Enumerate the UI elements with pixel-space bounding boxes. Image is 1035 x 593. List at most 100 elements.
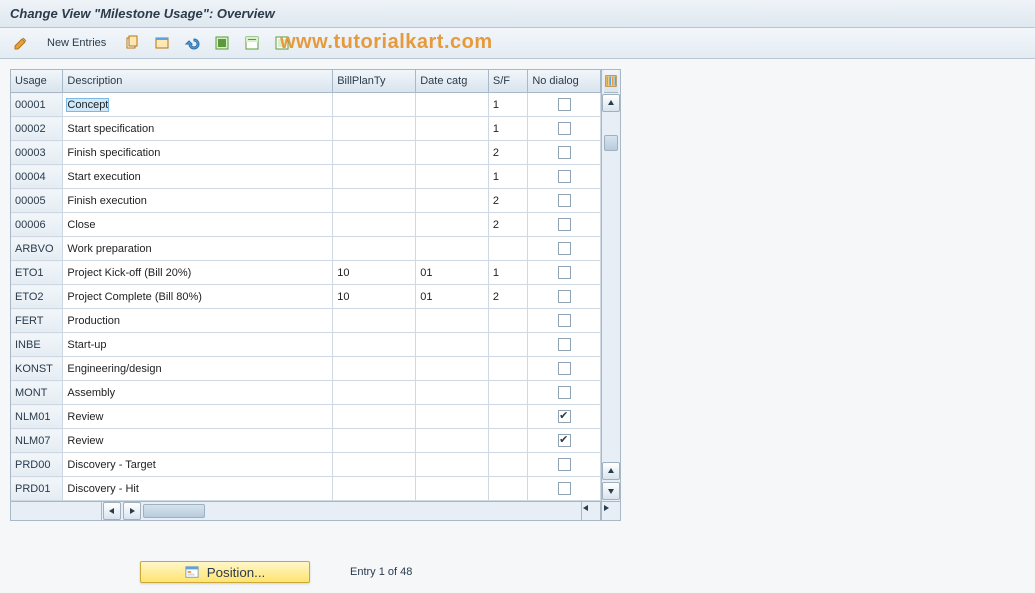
cell-nodialog[interactable]	[528, 261, 601, 285]
select-block-button[interactable]	[239, 32, 265, 54]
cell-sf[interactable]	[488, 453, 527, 477]
nodialog-checkbox[interactable]	[558, 410, 571, 423]
cell-datecatg[interactable]	[416, 165, 489, 189]
col-datecatg[interactable]: Date catg	[416, 70, 489, 93]
cell-description[interactable]: Start execution	[63, 165, 333, 189]
table-row[interactable]: FERTProduction	[11, 309, 601, 333]
scroll-down-button[interactable]	[602, 482, 620, 500]
cell-sf[interactable]: 2	[488, 141, 527, 165]
cell-datecatg[interactable]	[416, 357, 489, 381]
scroll-right-end-button[interactable]	[602, 503, 620, 519]
cell-datecatg[interactable]	[416, 453, 489, 477]
hscroll-thumb[interactable]	[143, 504, 205, 518]
cell-description[interactable]: Engineering/design	[63, 357, 333, 381]
cell-usage[interactable]: 00004	[11, 165, 63, 189]
cell-nodialog[interactable]	[528, 189, 601, 213]
scroll-left-button[interactable]	[103, 502, 121, 520]
table-row[interactable]: ETO2Project Complete (Bill 80%)10012	[11, 285, 601, 309]
table-row[interactable]: 00005Finish execution2	[11, 189, 601, 213]
table-row[interactable]: NLM01Review	[11, 405, 601, 429]
cell-billplanty[interactable]	[333, 357, 416, 381]
table-row[interactable]: PRD00Discovery - Target	[11, 453, 601, 477]
nodialog-checkbox[interactable]	[558, 146, 571, 159]
cell-sf[interactable]: 1	[488, 261, 527, 285]
col-billplanty[interactable]: BillPlanTy	[333, 70, 416, 93]
nodialog-checkbox[interactable]	[558, 98, 571, 111]
nodialog-checkbox[interactable]	[558, 194, 571, 207]
cell-billplanty[interactable]	[333, 93, 416, 117]
cell-sf[interactable]: 1	[488, 117, 527, 141]
scroll-left-end-button[interactable]	[582, 503, 600, 519]
nodialog-checkbox[interactable]	[558, 482, 571, 495]
cell-description[interactable]: Finish specification	[63, 141, 333, 165]
table-row[interactable]: PRD01Discovery - Hit	[11, 477, 601, 501]
table-row[interactable]: MONTAssembly	[11, 381, 601, 405]
cell-billplanty[interactable]	[333, 453, 416, 477]
cell-usage[interactable]: NLM07	[11, 429, 63, 453]
cell-description[interactable]: Discovery - Hit	[63, 477, 333, 501]
cell-description[interactable]: Discovery - Target	[63, 453, 333, 477]
cell-sf[interactable]	[488, 333, 527, 357]
cell-description[interactable]: Assembly	[63, 381, 333, 405]
table-row[interactable]: INBEStart-up	[11, 333, 601, 357]
cell-usage[interactable]: ETO2	[11, 285, 63, 309]
cell-usage[interactable]: PRD01	[11, 477, 63, 501]
cell-datecatg[interactable]	[416, 333, 489, 357]
cell-billplanty[interactable]	[333, 309, 416, 333]
nodialog-checkbox[interactable]	[558, 314, 571, 327]
table-row[interactable]: 00003Finish specification 2	[11, 141, 601, 165]
cell-billplanty[interactable]	[333, 141, 416, 165]
cell-sf[interactable]: 1	[488, 93, 527, 117]
vertical-scrollbar[interactable]	[601, 70, 621, 501]
cell-sf[interactable]	[488, 477, 527, 501]
cell-nodialog[interactable]	[528, 357, 601, 381]
position-button[interactable]: Position...	[140, 561, 310, 583]
cell-description[interactable]: Finish execution	[63, 189, 333, 213]
table-row[interactable]: 00006Close2	[11, 213, 601, 237]
copy-as-button[interactable]	[119, 32, 145, 54]
cell-description[interactable]: Start specification	[63, 117, 333, 141]
cell-datecatg[interactable]	[416, 477, 489, 501]
table-row[interactable]: ARBVOWork preparation	[11, 237, 601, 261]
cell-nodialog[interactable]	[528, 117, 601, 141]
col-usage[interactable]: Usage	[11, 70, 63, 93]
cell-usage[interactable]: KONST	[11, 357, 63, 381]
col-description[interactable]: Description	[63, 70, 333, 93]
cell-sf[interactable]	[488, 405, 527, 429]
select-all-button[interactable]	[209, 32, 235, 54]
cell-usage[interactable]: MONT	[11, 381, 63, 405]
cell-sf[interactable]	[488, 309, 527, 333]
cell-datecatg[interactable]: 01	[416, 261, 489, 285]
undo-change-button[interactable]	[179, 32, 205, 54]
table-row[interactable]: 00004Start execution1	[11, 165, 601, 189]
cell-datecatg[interactable]	[416, 429, 489, 453]
cell-sf[interactable]: 2	[488, 285, 527, 309]
cell-nodialog[interactable]	[528, 333, 601, 357]
cell-datecatg[interactable]: 01	[416, 285, 489, 309]
nodialog-checkbox[interactable]	[558, 458, 571, 471]
cell-billplanty[interactable]	[333, 237, 416, 261]
table-row[interactable]: ETO1Project Kick-off (Bill 20%)10011	[11, 261, 601, 285]
nodialog-checkbox[interactable]	[558, 362, 571, 375]
delete-button[interactable]	[149, 32, 175, 54]
cell-usage[interactable]: ARBVO	[11, 237, 63, 261]
cell-billplanty[interactable]: 10	[333, 261, 416, 285]
cell-datecatg[interactable]	[416, 309, 489, 333]
cell-sf[interactable]	[488, 381, 527, 405]
cell-nodialog[interactable]	[528, 93, 601, 117]
cell-billplanty[interactable]	[333, 333, 416, 357]
cell-description[interactable]: Close	[63, 213, 333, 237]
cell-billplanty[interactable]	[333, 405, 416, 429]
vscroll-track[interactable]	[602, 113, 620, 461]
cell-nodialog[interactable]	[528, 309, 601, 333]
cell-sf[interactable]	[488, 237, 527, 261]
cell-billplanty[interactable]	[333, 429, 416, 453]
cell-billplanty[interactable]	[333, 189, 416, 213]
cell-usage[interactable]: FERT	[11, 309, 63, 333]
col-sf[interactable]: S/F	[488, 70, 527, 93]
cell-billplanty[interactable]	[333, 477, 416, 501]
cell-usage[interactable]: 00003	[11, 141, 63, 165]
cell-datecatg[interactable]	[416, 381, 489, 405]
nodialog-checkbox[interactable]	[558, 338, 571, 351]
cell-nodialog[interactable]	[528, 477, 601, 501]
